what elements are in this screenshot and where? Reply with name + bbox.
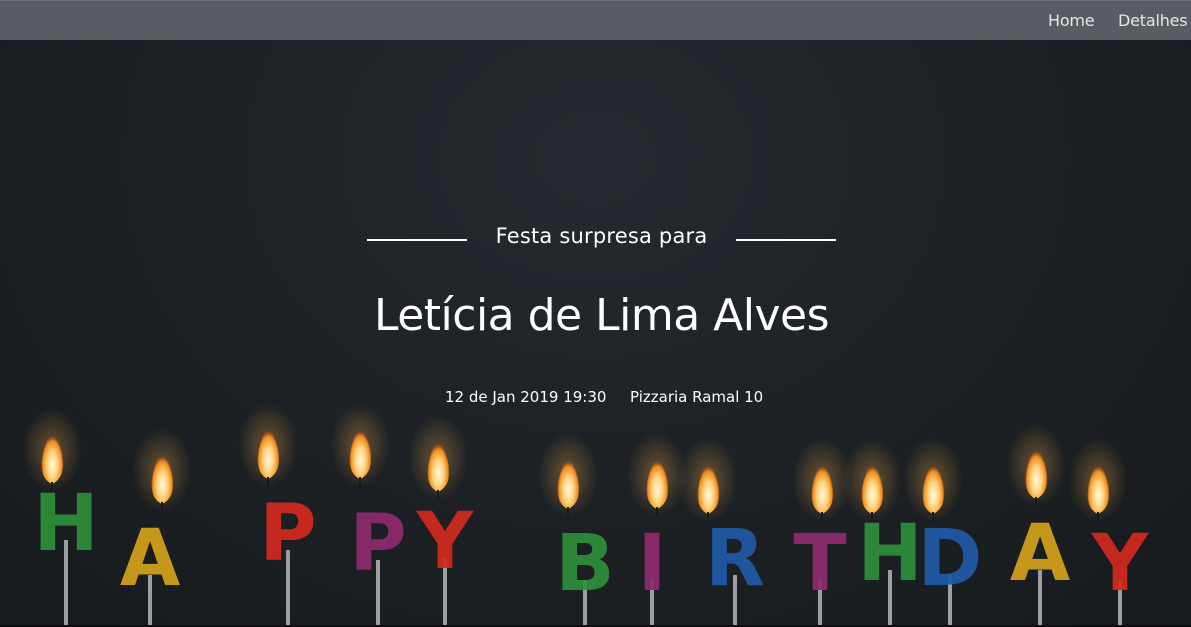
- candle-wick: [707, 512, 709, 522]
- nav-link-details[interactable]: Detalhes: [1118, 11, 1188, 30]
- nav-link-home[interactable]: Home: [1048, 11, 1095, 30]
- hero-section: HAPPYBIRTHDAY Festa surpresa para Letíci…: [0, 40, 1191, 627]
- candle-wick: [437, 490, 439, 500]
- candle-letter: D: [918, 514, 983, 604]
- candle-letter: I: [637, 519, 666, 609]
- candle-wick: [267, 477, 269, 487]
- candle-letter: A: [1010, 509, 1070, 599]
- candle-3: P: [238, 403, 317, 627]
- candle-1: H: [22, 408, 99, 627]
- candle-letter: H: [33, 479, 98, 569]
- guest-name: Letícia de Lima Alves: [373, 290, 830, 341]
- candle-letter: B: [555, 519, 614, 609]
- candle-5: Y: [408, 416, 475, 627]
- event-subtitle: Festa surpresa para: [495, 224, 708, 248]
- candle-wick: [1035, 497, 1037, 507]
- candle-letter: R: [705, 514, 765, 604]
- candle-9: T: [792, 438, 852, 627]
- subtitle-row: Festa surpresa para: [0, 224, 1191, 260]
- candle-letter: A: [120, 514, 180, 604]
- divider-right: [736, 239, 836, 241]
- candle-wick: [932, 512, 934, 522]
- candle-4: P: [330, 403, 407, 627]
- candle-letter: P: [259, 489, 316, 579]
- top-navbar: Home Detalhes: [0, 0, 1191, 40]
- candle-6: B: [538, 433, 615, 627]
- candle-wick: [656, 507, 658, 517]
- candle-wick: [871, 512, 873, 522]
- candle-12: A: [1006, 423, 1070, 627]
- candle-wick: [359, 477, 361, 487]
- candle-letter: Y: [1091, 519, 1150, 609]
- candle-wick: [821, 512, 823, 522]
- candle-letter: T: [793, 519, 846, 609]
- candle-wick: [1097, 512, 1099, 522]
- candle-letter: P: [349, 499, 406, 589]
- candle-letter: H: [857, 509, 922, 599]
- candle-wick: [51, 482, 53, 492]
- candle-8: R: [678, 438, 765, 627]
- event-location: Pizzaria Ramal 10: [630, 388, 764, 406]
- candle-13: Y: [1068, 438, 1150, 627]
- candle-7: I: [627, 433, 687, 627]
- candle-2: A: [120, 428, 192, 627]
- event-date: 12 de Jan 2019 19:30: [445, 388, 607, 406]
- candle-wick: [161, 502, 163, 512]
- candle-letter: Y: [416, 497, 475, 587]
- candle-wick: [567, 507, 569, 517]
